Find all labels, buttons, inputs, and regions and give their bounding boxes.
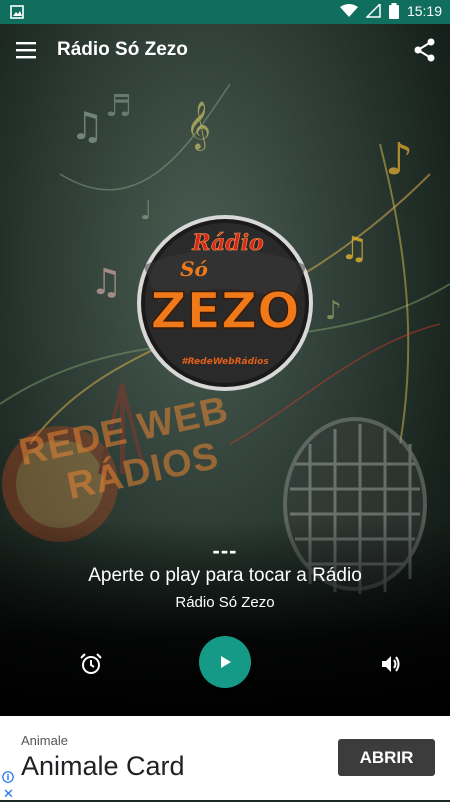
station-logo: Rádio Só ZEZO #RedeWebRádios xyxy=(137,215,313,391)
logo-line2: Só xyxy=(180,257,208,281)
svg-text:♪: ♪ xyxy=(385,134,413,185)
status-time: 15:19 xyxy=(406,3,442,19)
ad-open-button[interactable]: ABRIR xyxy=(338,739,435,776)
app-title: Rádio Só Zezo xyxy=(57,39,188,60)
logo-line1: Rádio xyxy=(191,230,263,256)
track-title: --- xyxy=(212,538,238,563)
ad-banner[interactable]: Animale Animale Card ABRIR i ✕ xyxy=(0,716,450,801)
ad-headline[interactable]: Animale Card xyxy=(21,751,185,782)
ad-info-icon[interactable]: i xyxy=(2,771,14,783)
player-controls xyxy=(0,636,450,692)
volume-icon[interactable] xyxy=(379,652,403,676)
signal-icon xyxy=(365,4,381,18)
ad-info-glyph: i xyxy=(7,773,10,782)
battery-icon xyxy=(388,3,399,19)
station-name: Rádio Só Zezo xyxy=(175,594,275,611)
logo-line3: ZEZO xyxy=(150,282,299,340)
app-bar: Rádio Só Zezo xyxy=(0,24,450,76)
svg-text:♫: ♫ xyxy=(70,104,104,148)
svg-text:♫: ♫ xyxy=(340,229,369,267)
logo-tag: #RedeWebRádios xyxy=(181,357,269,367)
svg-text:♬: ♬ xyxy=(105,89,132,124)
alarm-icon[interactable] xyxy=(79,652,103,676)
ad-advertiser: Animale xyxy=(21,733,68,748)
status-bar: ⚡ 15:19 xyxy=(0,0,450,24)
wifi-icon xyxy=(339,4,358,17)
share-icon[interactable] xyxy=(412,37,438,63)
svg-text:♫: ♫ xyxy=(90,262,122,303)
play-icon xyxy=(221,656,231,668)
play-button[interactable] xyxy=(199,636,251,688)
svg-text:♪: ♪ xyxy=(325,296,342,326)
svg-text:𝄞: 𝄞 xyxy=(186,100,211,151)
menu-icon[interactable] xyxy=(14,38,40,62)
play-message: Aperte o play para tocar a Rádio xyxy=(88,565,362,586)
image-icon xyxy=(10,5,24,19)
